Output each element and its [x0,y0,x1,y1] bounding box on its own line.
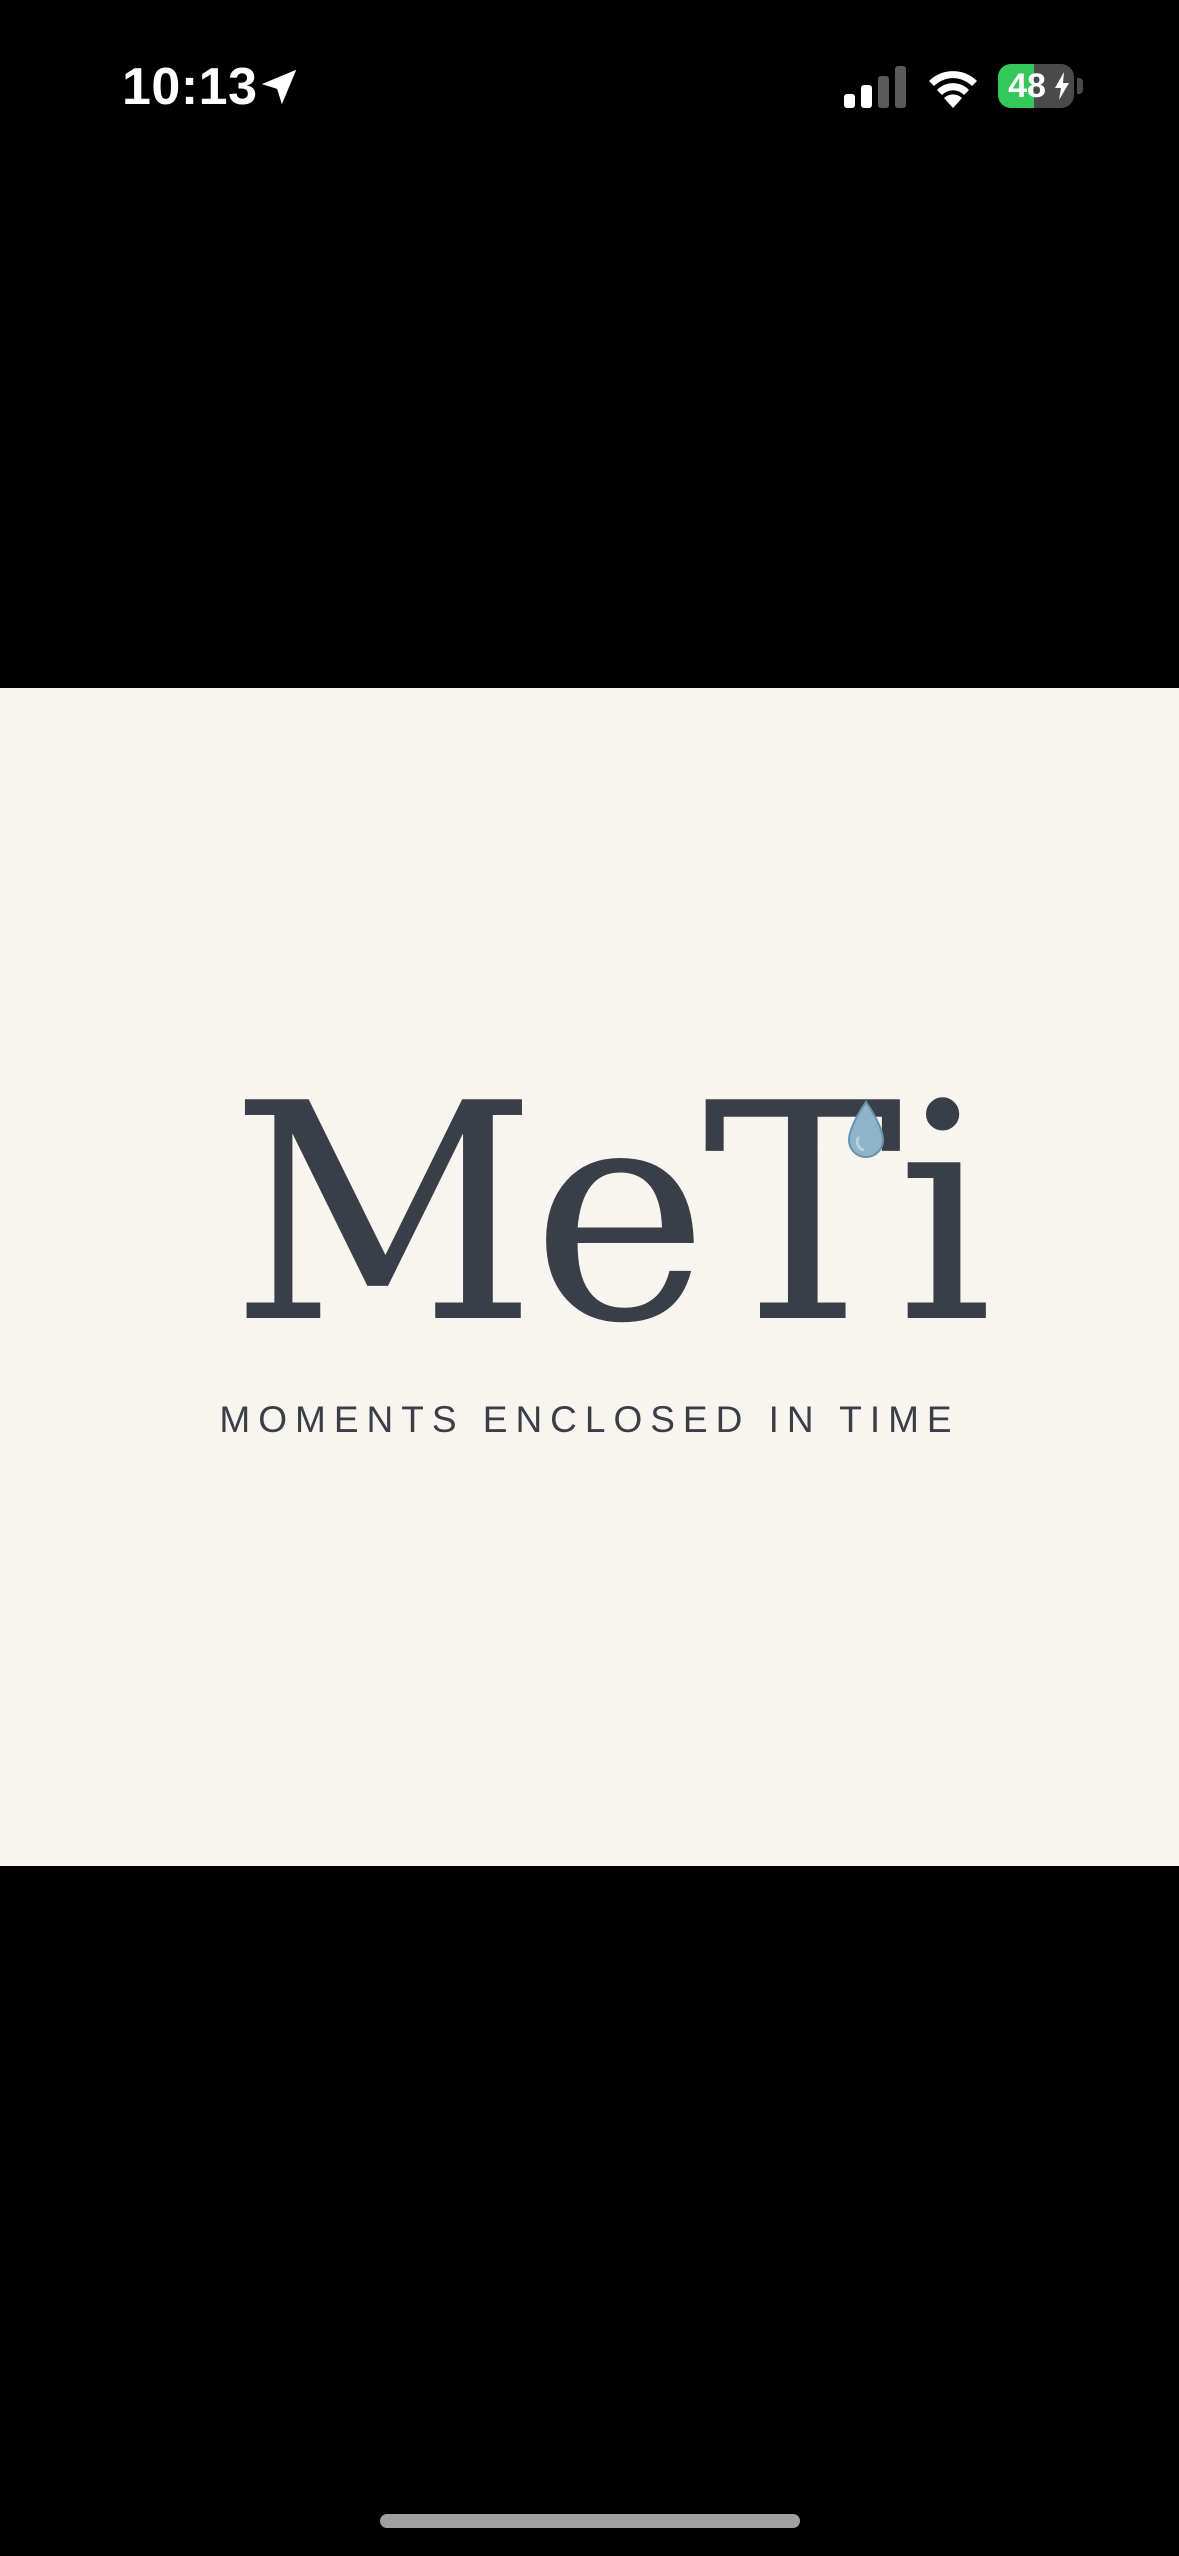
wifi-icon [929,71,977,108]
cellular-signal-icon [844,66,906,108]
water-drop-icon [847,1100,885,1158]
location-arrow-icon [261,69,297,105]
battery-level: 48 [1008,67,1046,105]
status-time: 10:13 [122,58,258,116]
charging-bolt-icon [1055,72,1069,100]
battery-icon: 48 [998,64,1084,108]
home-indicator[interactable] [380,2514,800,2528]
tagline: MOMENTS ENCLOSED IN TIME [219,1399,960,1440]
logo-wordmark: MeTi [230,1040,993,1389]
meti-logo: MeTi [230,1040,993,1389]
status-bar: 10:13 48 [0,0,1179,175]
